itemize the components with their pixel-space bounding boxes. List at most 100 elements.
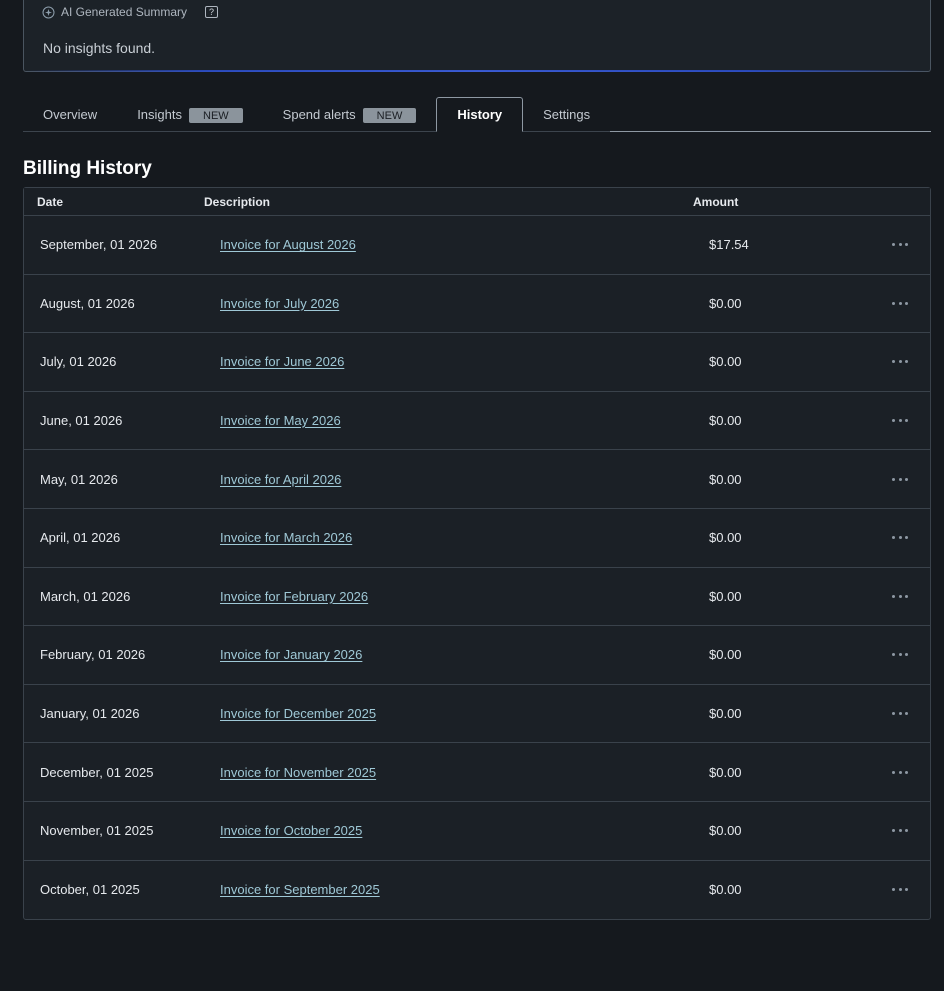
table-body: September, 01 2026 Invoice for August 202… bbox=[24, 216, 930, 919]
row-amount: $0.00 bbox=[709, 354, 742, 370]
row-actions-cell bbox=[873, 885, 930, 895]
table-header: Date Description Amount bbox=[24, 188, 930, 216]
more-options-icon[interactable] bbox=[892, 591, 908, 601]
more-options-icon[interactable] bbox=[892, 240, 908, 250]
table-row: October, 01 2025 Invoice for September 20… bbox=[24, 861, 930, 920]
row-amount: $0.00 bbox=[709, 882, 742, 898]
table-row: September, 01 2026 Invoice for August 202… bbox=[24, 216, 930, 275]
invoice-link[interactable]: Invoice for February 2026 bbox=[220, 589, 368, 604]
invoice-link[interactable]: Invoice for December 2025 bbox=[220, 706, 376, 721]
row-actions-cell bbox=[873, 416, 930, 426]
tab-insights[interactable]: Insights NEW bbox=[117, 98, 263, 132]
row-description-cell: Invoice for August 2026 bbox=[204, 237, 693, 252]
row-date: March, 01 2026 bbox=[40, 588, 131, 604]
more-options-icon[interactable] bbox=[892, 826, 908, 836]
row-amount: $0.00 bbox=[709, 413, 742, 429]
row-actions-cell bbox=[873, 357, 930, 367]
invoice-link[interactable]: Invoice for July 2026 bbox=[220, 296, 339, 311]
row-description-cell: Invoice for March 2026 bbox=[204, 530, 693, 545]
more-options-icon[interactable] bbox=[892, 885, 908, 895]
new-badge: NEW bbox=[189, 108, 243, 123]
table-row: August, 01 2026 Invoice for July 2026 $0.0… bbox=[24, 275, 930, 334]
column-header-date: Date bbox=[37, 194, 64, 209]
row-actions-cell bbox=[873, 650, 930, 660]
row-amount: $17.54 bbox=[709, 237, 749, 253]
row-actions-cell bbox=[873, 298, 930, 308]
tab-settings[interactable]: Settings bbox=[523, 98, 611, 132]
row-description-cell: Invoice for December 2025 bbox=[204, 706, 693, 721]
row-date: September, 01 2026 bbox=[40, 237, 158, 253]
page-title: Billing History bbox=[23, 158, 152, 179]
invoice-link[interactable]: Invoice for November 2025 bbox=[220, 765, 376, 780]
row-amount: $0.00 bbox=[709, 823, 742, 839]
more-options-icon[interactable] bbox=[892, 474, 908, 484]
ai-summary-card: AI Generated Summary ? No insights found… bbox=[23, 0, 931, 72]
tab-history[interactable]: History bbox=[436, 97, 524, 132]
tab-label: Insights bbox=[137, 107, 182, 122]
more-options-icon[interactable] bbox=[892, 357, 908, 367]
table-row: November, 01 2025 Invoice for October 202… bbox=[24, 802, 930, 861]
more-options-icon[interactable] bbox=[892, 709, 908, 719]
row-actions-cell bbox=[873, 767, 930, 777]
new-badge: NEW bbox=[362, 108, 417, 123]
row-date: January, 01 2026 bbox=[40, 706, 140, 722]
invoice-link[interactable]: Invoice for May 2026 bbox=[220, 413, 341, 428]
invoice-link[interactable]: Invoice for March 2026 bbox=[220, 530, 352, 545]
column-header-amount: Amount bbox=[693, 194, 739, 209]
billing-history-table: Date Description Amount September, 01 20… bbox=[23, 187, 931, 921]
tab-label: Spend alerts bbox=[282, 107, 356, 122]
tab-label: Overview bbox=[43, 107, 98, 122]
row-description-cell: Invoice for May 2026 bbox=[204, 413, 693, 428]
row-actions-cell bbox=[873, 533, 930, 543]
row-amount: $0.00 bbox=[709, 588, 742, 604]
row-description-cell: Invoice for January 2026 bbox=[204, 647, 693, 662]
row-description-cell: Invoice for November 2025 bbox=[204, 765, 693, 780]
invoice-link[interactable]: Invoice for October 2025 bbox=[220, 823, 362, 838]
table-row: June, 01 2026 Invoice for May 2026 $0.00 bbox=[24, 392, 930, 451]
invoice-link[interactable]: Invoice for August 2026 bbox=[220, 237, 356, 252]
table-row: December, 01 2025 Invoice for November 20… bbox=[24, 743, 930, 802]
row-date: July, 01 2026 bbox=[40, 354, 117, 370]
more-options-icon[interactable] bbox=[892, 416, 908, 426]
more-options-icon[interactable] bbox=[892, 533, 908, 543]
row-actions-cell bbox=[873, 826, 930, 836]
row-amount: $0.00 bbox=[709, 706, 742, 722]
invoice-link[interactable]: Invoice for January 2026 bbox=[220, 647, 362, 662]
row-actions-cell bbox=[873, 474, 930, 484]
tab-spend-alerts[interactable]: Spend alerts NEW bbox=[262, 98, 437, 132]
row-date: October, 01 2025 bbox=[40, 882, 140, 898]
row-description-cell: Invoice for October 2025 bbox=[204, 823, 693, 838]
row-date: June, 01 2026 bbox=[40, 413, 123, 429]
table-row: April, 01 2026 Invoice for March 2026 $0.0… bbox=[24, 509, 930, 568]
row-date: May, 01 2026 bbox=[40, 471, 118, 487]
row-date: February, 01 2026 bbox=[40, 647, 146, 663]
tab-label: History bbox=[457, 107, 503, 122]
row-amount: $0.00 bbox=[709, 530, 742, 546]
row-description-cell: Invoice for July 2026 bbox=[204, 296, 693, 311]
more-options-icon[interactable] bbox=[892, 298, 908, 308]
ai-summary-message: No insights found. bbox=[43, 40, 156, 56]
table-row: May, 01 2026 Invoice for April 2026 $0.00 bbox=[24, 450, 930, 509]
row-date: April, 01 2026 bbox=[40, 530, 121, 546]
tab-overview[interactable]: Overview bbox=[23, 98, 118, 132]
table-row: February, 01 2026 Invoice for January 202… bbox=[24, 626, 930, 685]
row-description-cell: Invoice for April 2026 bbox=[204, 472, 693, 487]
invoice-link[interactable]: Invoice for September 2025 bbox=[220, 882, 380, 897]
more-options-icon[interactable] bbox=[892, 650, 908, 660]
help-icon[interactable]: ? bbox=[205, 6, 219, 18]
row-amount: $0.00 bbox=[709, 647, 742, 663]
row-description-cell: Invoice for February 2026 bbox=[204, 589, 693, 604]
summary-accent-line bbox=[24, 70, 930, 72]
invoice-link[interactable]: Invoice for April 2026 bbox=[220, 472, 341, 487]
ai-summary-header: AI Generated Summary ? bbox=[42, 5, 219, 19]
tab-bar: Overview Insights NEW Spend alerts NEW H… bbox=[23, 97, 931, 132]
table-row: July, 01 2026 Invoice for June 2026 $0.00 bbox=[24, 333, 930, 392]
more-options-icon[interactable] bbox=[892, 767, 908, 777]
invoice-link[interactable]: Invoice for June 2026 bbox=[220, 354, 344, 369]
row-amount: $0.00 bbox=[709, 295, 742, 311]
table-row: January, 01 2026 Invoice for December 202… bbox=[24, 685, 930, 744]
row-description-cell: Invoice for September 2025 bbox=[204, 882, 693, 897]
tab-label: Settings bbox=[543, 107, 591, 122]
row-date: August, 01 2026 bbox=[40, 295, 135, 311]
row-actions-cell bbox=[873, 709, 930, 719]
